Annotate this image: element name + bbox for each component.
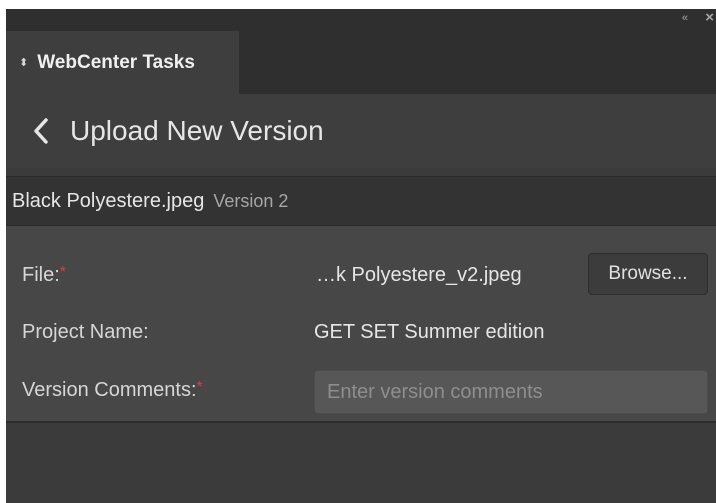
project-name-label: Project Name: xyxy=(22,321,149,344)
version-comments-input[interactable] xyxy=(314,370,708,414)
upload-form: File:* …k Polyestere_v2.jpeg Browse... P… xyxy=(6,226,716,423)
version-comments-label: Version Comments:* xyxy=(22,379,203,402)
file-info-bar: Black Polyestere.jpeg Version 2 xyxy=(6,176,716,226)
screenshot-frame: « × ⬍ WebCenter Tasks Upload New Version… xyxy=(0,0,716,503)
panel-top-strip: « × xyxy=(6,9,716,31)
project-name-label-text: Project Name: xyxy=(22,321,149,343)
panel-tab-row: ⬍ WebCenter Tasks xyxy=(6,31,716,94)
selected-file-name: …k Polyestere_v2.jpeg xyxy=(316,264,522,286)
browse-button[interactable]: Browse... xyxy=(588,253,708,295)
page-header: Upload New Version xyxy=(6,94,716,168)
file-name: Black Polyestere.jpeg xyxy=(12,189,205,212)
webcenter-panel: « × ⬍ WebCenter Tasks Upload New Version… xyxy=(6,9,716,503)
file-label-text: File: xyxy=(22,264,60,286)
page-title: Upload New Version xyxy=(70,115,324,146)
collapse-panel-icon[interactable]: « xyxy=(682,12,688,24)
tab-webcenter-tasks[interactable]: ⬍ WebCenter Tasks xyxy=(6,31,239,94)
project-name-value: GET SET Summer edition xyxy=(314,321,545,343)
panel-empty-area xyxy=(6,423,716,503)
sort-arrows-icon: ⬍ xyxy=(19,57,29,69)
required-marker: * xyxy=(196,379,203,396)
close-panel-icon[interactable]: × xyxy=(705,9,714,26)
version-comments-label-text: Version Comments: xyxy=(22,379,197,401)
file-label: File:* xyxy=(22,264,66,287)
file-version: Version 2 xyxy=(213,190,289,211)
tab-label: WebCenter Tasks xyxy=(37,51,195,73)
required-marker: * xyxy=(59,264,67,281)
back-chevron-icon[interactable] xyxy=(28,116,54,146)
